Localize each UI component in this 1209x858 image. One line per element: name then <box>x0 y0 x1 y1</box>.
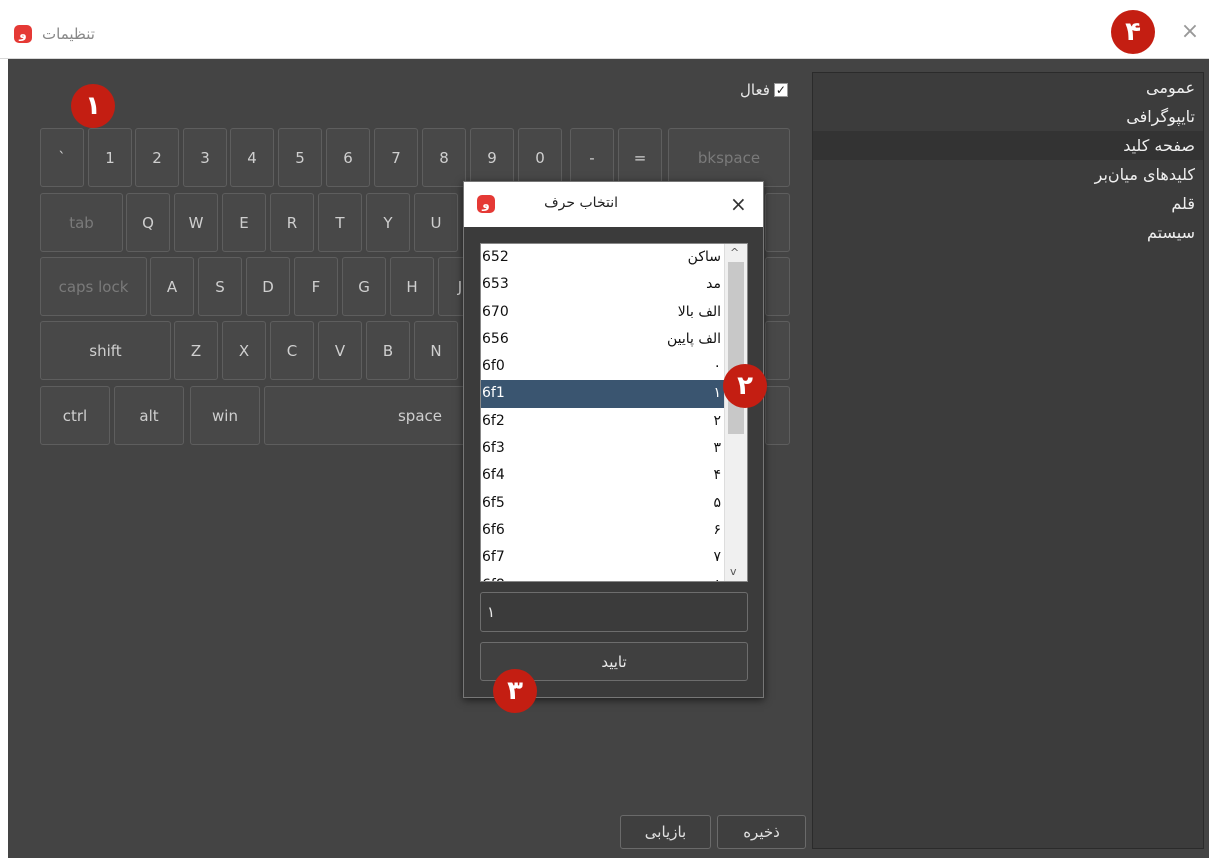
key-backtick[interactable]: ` <box>40 128 84 187</box>
chevron-up-icon[interactable]: ^ <box>730 246 739 259</box>
list-item-selected[interactable]: 6f1 ۱ <box>481 380 747 408</box>
key-0[interactable]: 0 <box>518 128 562 187</box>
key-equals[interactable]: = <box>618 128 662 187</box>
list-item[interactable]: 670 الف بالا <box>481 299 747 326</box>
key-g[interactable]: G <box>342 257 386 316</box>
key-4[interactable]: 4 <box>230 128 274 187</box>
annotation-badge-2: ۲ <box>723 364 767 408</box>
list-item[interactable]: 6f0 ۰ <box>481 353 747 380</box>
app-logo-icon: و <box>14 25 32 43</box>
key-win[interactable]: win <box>190 386 260 445</box>
sidebar-item-font[interactable]: قلم <box>813 189 1203 218</box>
list-item[interactable]: 6f8۸ <box>481 572 747 581</box>
key-row4-end[interactable] <box>765 321 790 380</box>
dialog-title-bar: و انتخاب حرف × <box>464 182 763 227</box>
key-8[interactable]: 8 <box>422 128 466 187</box>
key-t[interactable]: T <box>318 193 362 252</box>
dialog-logo-icon: و <box>477 195 495 213</box>
dialog-title: انتخاب حرف <box>544 195 618 211</box>
dialog-close-icon[interactable]: × <box>730 192 747 216</box>
enable-checkbox-row[interactable]: فعال ✓ <box>740 81 788 99</box>
key-u[interactable]: U <box>414 193 458 252</box>
key-6[interactable]: 6 <box>326 128 370 187</box>
key-x[interactable]: X <box>222 321 266 380</box>
key-f[interactable]: F <box>294 257 338 316</box>
key-ctrl[interactable]: ctrl <box>40 386 110 445</box>
key-9[interactable]: 9 <box>470 128 514 187</box>
sidebar-item-general[interactable]: عمومی <box>813 73 1203 102</box>
key-tab[interactable]: tab <box>40 193 123 252</box>
annotation-badge-3: ۳ <box>493 669 537 713</box>
key-q[interactable]: Q <box>126 193 170 252</box>
key-2[interactable]: 2 <box>135 128 179 187</box>
char-list[interactable]: 652 ساکن 653 مد 670 الف بالا 656 الف پایین 6… <box>480 243 748 582</box>
key-row5-end[interactable] <box>765 386 790 445</box>
enable-checkbox[interactable]: ✓ <box>773 83 788 97</box>
list-scrollbar[interactable]: ^ v <box>724 244 747 581</box>
key-y[interactable]: Y <box>366 193 410 252</box>
key-d[interactable]: D <box>246 257 290 316</box>
list-item[interactable]: 6f6 ۶ <box>481 517 747 544</box>
scrollbar-thumb[interactable] <box>728 262 744 434</box>
key-a[interactable]: A <box>150 257 194 316</box>
reset-button[interactable]: بازیابی <box>620 815 711 849</box>
key-3[interactable]: 3 <box>183 128 227 187</box>
list-item[interactable]: 652 ساکن <box>481 244 747 271</box>
key-shift[interactable]: shift <box>40 321 171 380</box>
key-r[interactable]: R <box>270 193 314 252</box>
key-s[interactable]: S <box>198 257 242 316</box>
key-caps-lock[interactable]: caps lock <box>40 257 147 316</box>
key-h[interactable]: H <box>390 257 434 316</box>
key-1[interactable]: 1 <box>88 128 132 187</box>
list-item[interactable]: 6f5 ۵ <box>481 490 747 517</box>
key-row2-end[interactable] <box>765 193 790 252</box>
save-button[interactable]: ذخیره <box>717 815 806 849</box>
close-icon[interactable]: × <box>1179 21 1201 43</box>
key-w[interactable]: W <box>174 193 218 252</box>
window-title: تنظیمات <box>42 25 95 43</box>
annotation-badge-1: ۱ <box>71 84 115 128</box>
key-v[interactable]: V <box>318 321 362 380</box>
title-bar: و تنظیمات × <box>0 0 1209 59</box>
key-b[interactable]: B <box>366 321 410 380</box>
list-item[interactable]: 6f2 ۲ <box>481 408 747 435</box>
list-item[interactable]: 653 مد <box>481 271 747 298</box>
char-input[interactable]: ۱ <box>480 592 748 632</box>
char-picker-dialog: و انتخاب حرف × 652 ساکن 653 مد 670 الف بالا… <box>463 181 764 698</box>
annotation-badge-4: ۴ <box>1111 10 1155 54</box>
list-item[interactable]: 656 الف پایین <box>481 326 747 353</box>
key-backspace[interactable]: bkspace <box>668 128 790 187</box>
chevron-down-icon[interactable]: v <box>730 565 737 578</box>
key-minus[interactable]: - <box>570 128 614 187</box>
key-z[interactable]: Z <box>174 321 218 380</box>
key-alt[interactable]: alt <box>114 386 184 445</box>
list-item[interactable]: 6f3 ۳ <box>481 435 747 462</box>
enable-label: فعال <box>740 81 770 99</box>
list-item[interactable]: 6f4 ۴ <box>481 462 747 489</box>
key-5[interactable]: 5 <box>278 128 322 187</box>
sidebar-item-shortcuts[interactable]: کلیدهای میان‌بر <box>813 160 1203 189</box>
key-7[interactable]: 7 <box>374 128 418 187</box>
sidebar-item-keyboard[interactable]: صفحه کلید <box>813 131 1203 160</box>
key-n[interactable]: N <box>414 321 458 380</box>
list-item[interactable]: 6f7 ۷ <box>481 544 747 571</box>
sidebar-item-system[interactable]: سیستم <box>813 218 1203 247</box>
sidebar-item-typography[interactable]: تایپوگرافی <box>813 102 1203 131</box>
key-c[interactable]: C <box>270 321 314 380</box>
key-e[interactable]: E <box>222 193 266 252</box>
settings-sidebar: عمومی تایپوگرافی صفحه کلید کلیدهای میان‌… <box>812 72 1204 849</box>
key-row3-end[interactable] <box>765 257 790 316</box>
